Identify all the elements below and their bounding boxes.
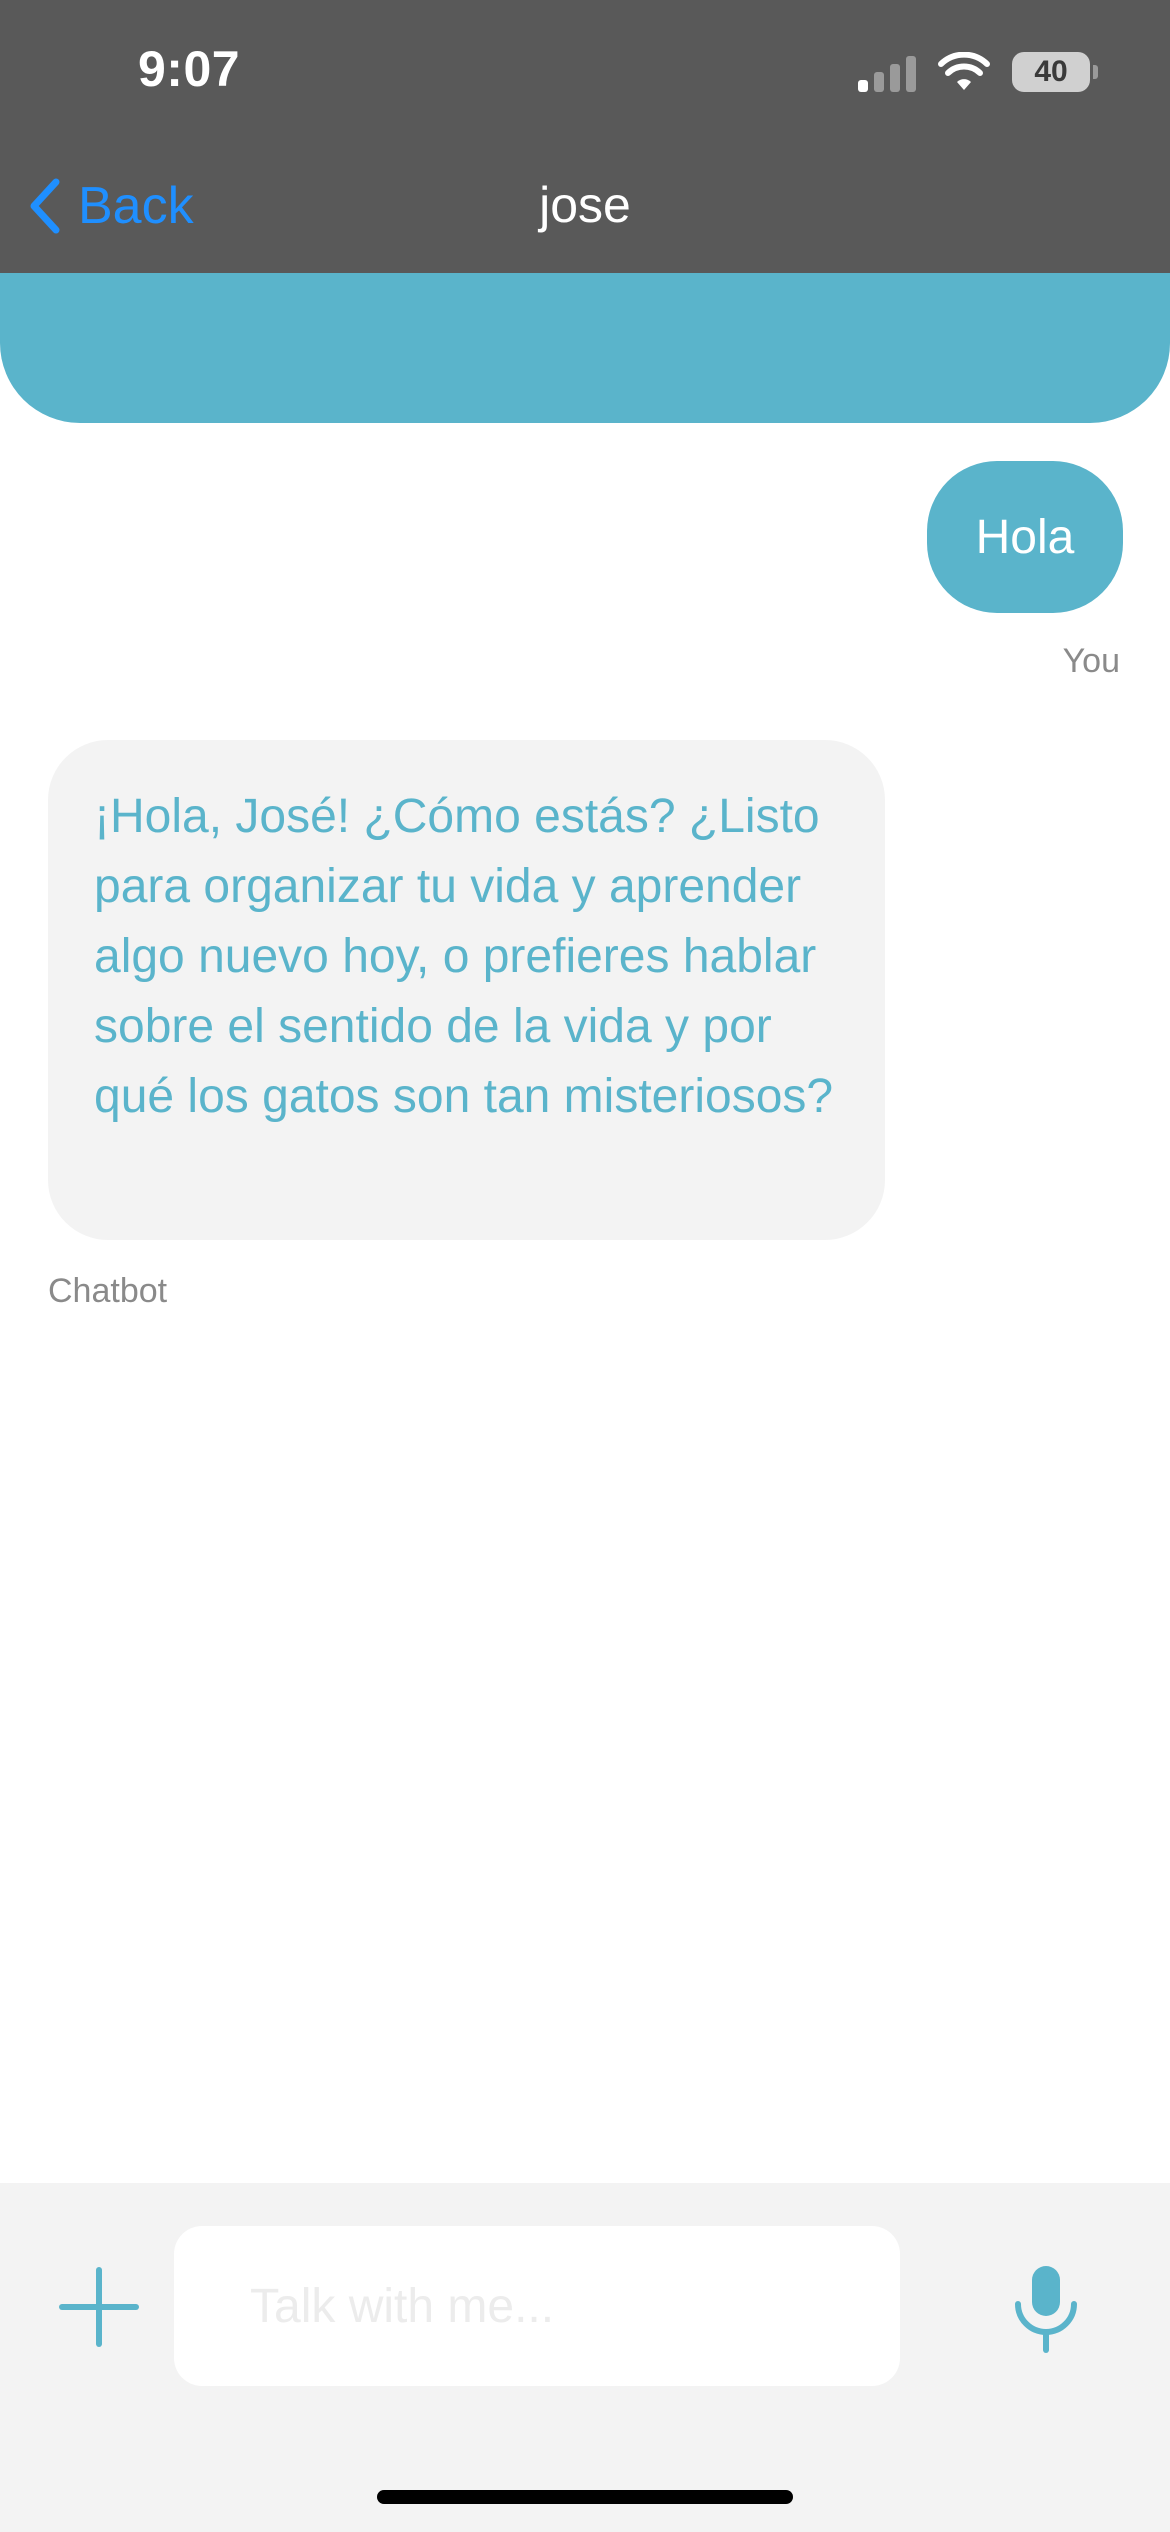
message-input[interactable] bbox=[174, 2226, 900, 2386]
user-message-bubble: Hola bbox=[927, 461, 1123, 613]
header: 9:07 40 Back jose bbox=[0, 0, 1170, 273]
bot-sender-label: Chatbot bbox=[48, 1272, 168, 1310]
battery-icon: 40 bbox=[1012, 52, 1098, 92]
bot-message-bubble: ¡Hola, José! ¿Cómo estás? ¿Listo para or… bbox=[48, 740, 885, 1240]
home-indicator bbox=[377, 2490, 793, 2504]
battery-level: 40 bbox=[1034, 55, 1068, 88]
cellular-signal-icon bbox=[858, 52, 916, 92]
header-banner bbox=[0, 273, 1170, 423]
status-time: 9:07 bbox=[138, 41, 241, 97]
status-icons: 40 bbox=[858, 52, 1098, 92]
user-sender-label: You bbox=[1062, 642, 1120, 680]
page-title: jose bbox=[539, 177, 631, 233]
wifi-icon bbox=[938, 52, 990, 90]
plus-icon[interactable] bbox=[58, 2266, 140, 2348]
microphone-icon[interactable] bbox=[1006, 2262, 1086, 2354]
